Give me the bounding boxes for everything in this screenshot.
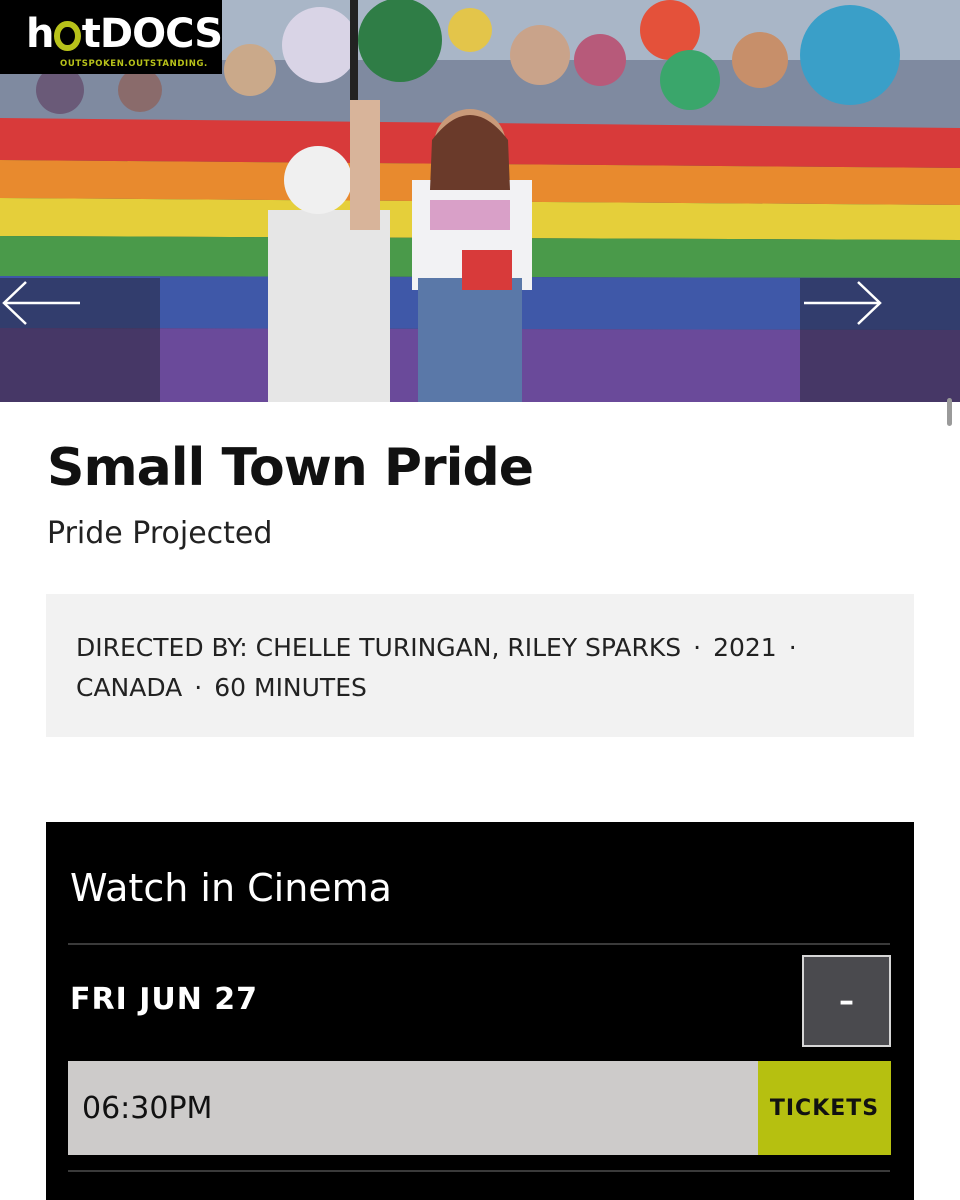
hero-image: h tDOCS OUTSPOKEN.OUTSTANDING. <box>0 0 960 402</box>
divider <box>68 1170 890 1172</box>
showtime-row: 06:30PM TICKETS <box>68 1061 891 1155</box>
film-country: CANADA <box>76 673 183 702</box>
film-year: 2021 <box>713 633 777 662</box>
cinema-heading: Watch in Cinema <box>70 866 392 910</box>
divider <box>68 943 890 945</box>
scrollbar-thumb[interactable] <box>947 398 952 426</box>
carousel-prev-button[interactable] <box>0 278 160 402</box>
program-name: Pride Projected <box>47 516 273 551</box>
directed-by: DIRECTED BY: CHELLE TURINGAN, RILEY SPAR… <box>76 633 682 662</box>
screening-date: FRI JUN 27 <box>70 982 259 1017</box>
arrow-right-icon <box>804 281 882 325</box>
collapse-date-button[interactable]: – <box>802 955 891 1047</box>
showtime-time: 06:30PM <box>82 1090 213 1126</box>
logo-tagline: OUTSPOKEN.OUTSTANDING. <box>60 59 208 69</box>
speech-bubble-icon <box>54 21 81 51</box>
film-runtime: 60 MINUTES <box>214 673 367 702</box>
film-details: DIRECTED BY: CHELLE TURINGAN, RILEY SPAR… <box>46 594 914 737</box>
tickets-button[interactable]: TICKETS <box>758 1061 891 1155</box>
watch-in-cinema-panel: Watch in Cinema FRI JUN 27 – 06:30PM TIC… <box>46 822 914 1200</box>
page-title: Small Town Pride <box>47 438 534 498</box>
arrow-left-icon <box>2 281 80 325</box>
carousel-next-button[interactable] <box>800 278 960 402</box>
hotdocs-logo[interactable]: h tDOCS OUTSPOKEN.OUTSTANDING. <box>0 0 223 74</box>
